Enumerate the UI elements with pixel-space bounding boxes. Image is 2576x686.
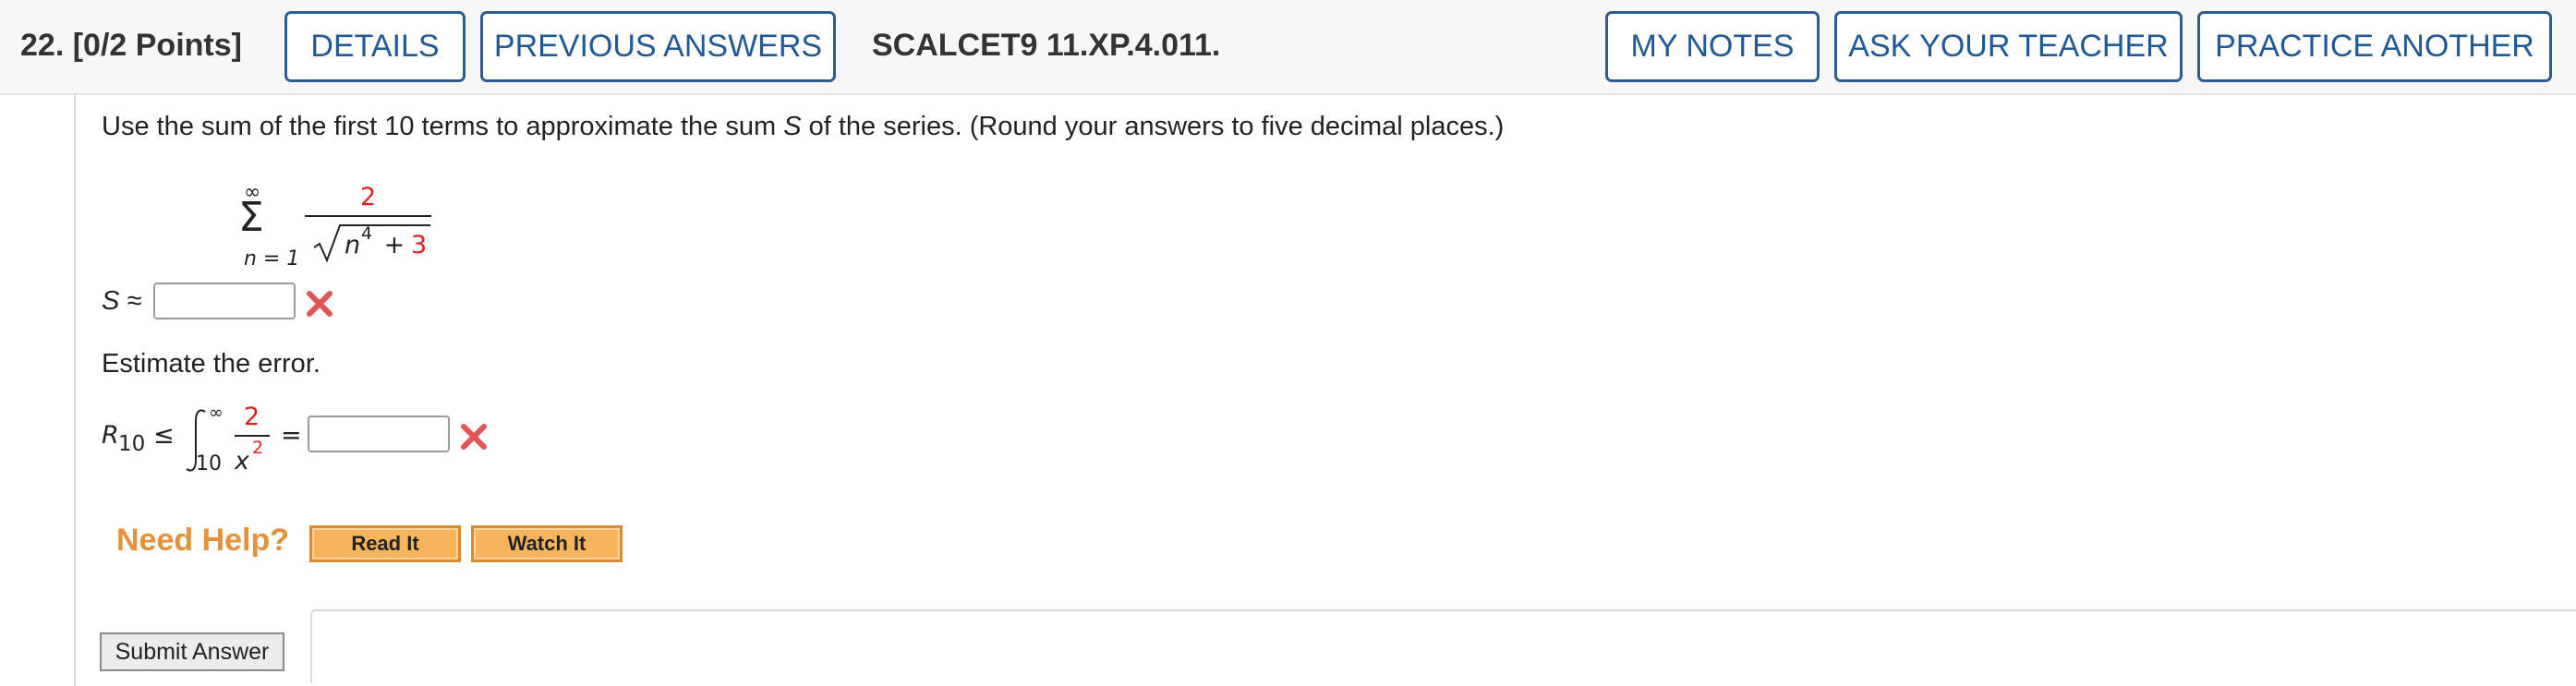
- integrand-denominator-variable: x: [235, 447, 249, 475]
- details-button[interactable]: DETAILS: [284, 11, 466, 82]
- integral-upper-limit: ∞: [209, 403, 224, 423]
- sum-lower-limit: n = 1: [244, 247, 300, 271]
- error-answer-input[interactable]: [308, 415, 450, 452]
- series-numerator: 2: [360, 183, 377, 211]
- practice-another-button[interactable]: PRACTICE ANOTHER: [2197, 11, 2552, 82]
- less-equal-symbol: ≤: [153, 421, 175, 450]
- integrand-fraction-bar: [235, 435, 270, 437]
- integrand-numerator: 2: [244, 403, 260, 431]
- equals-symbol: =: [281, 421, 302, 450]
- radicand-plus: +: [376, 231, 413, 259]
- question-prompt: Use the sum of the first 10 terms to app…: [102, 112, 1505, 141]
- my-notes-button[interactable]: MY NOTES: [1605, 11, 1820, 82]
- r-label: R: [102, 421, 119, 450]
- incorrect-x-icon: [307, 291, 333, 317]
- question-code: SCALCET9 11.XP.4.011.: [872, 28, 1221, 63]
- question-panel: [74, 95, 2576, 686]
- watch-it-button[interactable]: Watch It: [471, 525, 623, 562]
- sigma-symbol: Σ: [238, 194, 264, 241]
- need-help-label: Need Help?: [116, 523, 290, 558]
- bottom-panel: [310, 609, 2576, 683]
- error-prompt: Estimate the error.: [102, 349, 320, 379]
- radicand-exponent: 4: [361, 223, 373, 244]
- r-subscript: 10: [118, 432, 146, 456]
- fraction-bar: [305, 215, 431, 217]
- s-label: S ≈: [102, 286, 142, 316]
- s-answer-input[interactable]: [153, 283, 296, 319]
- read-it-button[interactable]: Read It: [309, 525, 461, 562]
- radicand-constant: 3: [411, 231, 428, 259]
- integral-lower-limit: 10: [196, 452, 222, 475]
- incorrect-x-icon: [461, 424, 487, 450]
- question-header: 22. [0/2 Points] DETAILS PREVIOUS ANSWER…: [0, 0, 2576, 95]
- question-number: 22. [0/2 Points]: [20, 28, 242, 63]
- submit-answer-button[interactable]: Submit Answer: [100, 632, 284, 671]
- ask-your-teacher-button[interactable]: ASK YOUR TEACHER: [1834, 11, 2183, 82]
- integrand-denominator-exponent: 2: [252, 438, 264, 458]
- previous-answers-button[interactable]: PREVIOUS ANSWERS: [480, 11, 836, 82]
- radicand-variable: n: [345, 231, 361, 259]
